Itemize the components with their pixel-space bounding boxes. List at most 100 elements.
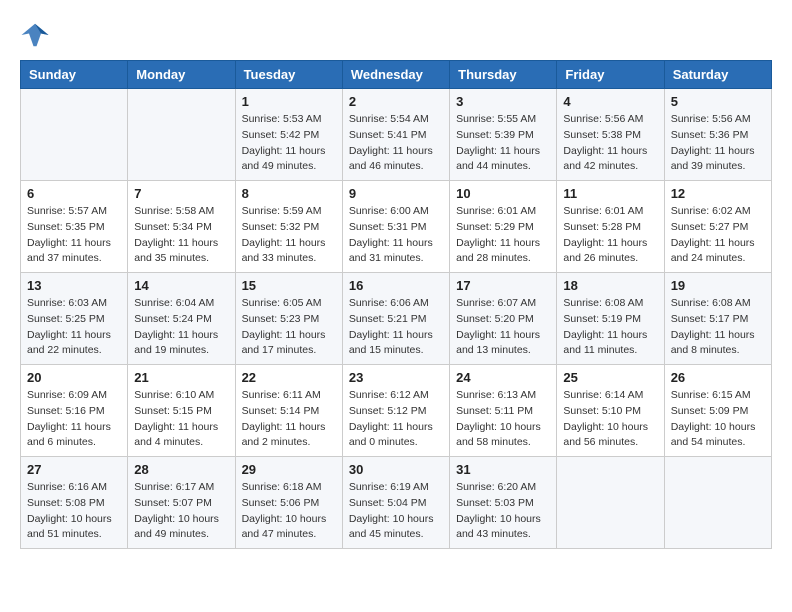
calendar-cell bbox=[128, 89, 235, 181]
day-number: 4 bbox=[563, 94, 657, 109]
calendar-cell: 23 Sunrise: 6:12 AM Sunset: 5:12 PM Dayli… bbox=[342, 365, 449, 457]
day-info: Sunrise: 6:06 AM Sunset: 5:21 PM Dayligh… bbox=[349, 296, 443, 359]
day-number: 5 bbox=[671, 94, 765, 109]
day-number: 8 bbox=[242, 186, 336, 201]
calendar-cell: 14Sunrise: 6:04 AM Sunset: 5:24 PM Dayli… bbox=[128, 273, 235, 365]
day-number: 22 bbox=[242, 370, 336, 385]
calendar-cell: 21Sunrise: 6:10 AM Sunset: 5:15 PM Dayli… bbox=[128, 365, 235, 457]
calendar-cell: 22 Sunrise: 6:11 AM Sunset: 5:14 PM Dayli… bbox=[235, 365, 342, 457]
day-info: Sunrise: 6:03 AM Sunset: 5:25 PM Dayligh… bbox=[27, 296, 121, 359]
calendar-cell: 2Sunrise: 5:54 AM Sunset: 5:41 PM Daylig… bbox=[342, 89, 449, 181]
weekday-header-wednesday: Wednesday bbox=[342, 61, 449, 89]
calendar-week-row: 1 Sunrise: 5:53 AM Sunset: 5:42 PM Daylig… bbox=[21, 89, 772, 181]
day-info: Sunrise: 6:13 AM Sunset: 5:11 PM Dayligh… bbox=[456, 388, 550, 451]
calendar-cell bbox=[21, 89, 128, 181]
logo bbox=[20, 20, 54, 50]
day-number: 31 bbox=[456, 462, 550, 477]
calendar-cell: 19 Sunrise: 6:08 AM Sunset: 5:17 PM Dayli… bbox=[664, 273, 771, 365]
day-info: Sunrise: 6:01 AM Sunset: 5:28 PM Dayligh… bbox=[563, 204, 657, 267]
day-info: Sunrise: 5:56 AM Sunset: 5:36 PM Dayligh… bbox=[671, 112, 765, 175]
calendar-cell: 27 Sunrise: 6:16 AM Sunset: 5:08 PM Dayli… bbox=[21, 457, 128, 549]
day-number: 11 bbox=[563, 186, 657, 201]
day-info: Sunrise: 5:54 AM Sunset: 5:41 PM Dayligh… bbox=[349, 112, 443, 175]
day-info: Sunrise: 5:59 AM Sunset: 5:32 PM Dayligh… bbox=[242, 204, 336, 267]
calendar-week-row: 6 Sunrise: 5:57 AM Sunset: 5:35 PM Daylig… bbox=[21, 181, 772, 273]
calendar-cell: 6 Sunrise: 5:57 AM Sunset: 5:35 PM Daylig… bbox=[21, 181, 128, 273]
calendar-week-row: 27 Sunrise: 6:16 AM Sunset: 5:08 PM Dayli… bbox=[21, 457, 772, 549]
page-header bbox=[20, 20, 772, 50]
day-number: 20 bbox=[27, 370, 121, 385]
day-number: 19 bbox=[671, 278, 765, 293]
day-number: 25 bbox=[563, 370, 657, 385]
day-info: Sunrise: 6:17 AM Sunset: 5:07 PM Dayligh… bbox=[134, 480, 228, 543]
weekday-header-thursday: Thursday bbox=[450, 61, 557, 89]
calendar-cell: 8 Sunrise: 5:59 AM Sunset: 5:32 PM Daylig… bbox=[235, 181, 342, 273]
calendar-cell: 28 Sunrise: 6:17 AM Sunset: 5:07 PM Dayli… bbox=[128, 457, 235, 549]
calendar-cell: 3Sunrise: 5:55 AM Sunset: 5:39 PM Daylig… bbox=[450, 89, 557, 181]
day-info: Sunrise: 6:11 AM Sunset: 5:14 PM Dayligh… bbox=[242, 388, 336, 451]
day-info: Sunrise: 6:07 AM Sunset: 5:20 PM Dayligh… bbox=[456, 296, 550, 359]
day-info: Sunrise: 6:08 AM Sunset: 5:17 PM Dayligh… bbox=[671, 296, 765, 359]
day-number: 27 bbox=[27, 462, 121, 477]
day-info: Sunrise: 6:10 AM Sunset: 5:15 PM Dayligh… bbox=[134, 388, 228, 451]
day-info: Sunrise: 5:58 AM Sunset: 5:34 PM Dayligh… bbox=[134, 204, 228, 267]
day-info: Sunrise: 6:08 AM Sunset: 5:19 PM Dayligh… bbox=[563, 296, 657, 359]
calendar-week-row: 13 Sunrise: 6:03 AM Sunset: 5:25 PM Dayli… bbox=[21, 273, 772, 365]
calendar-cell: 30 Sunrise: 6:19 AM Sunset: 5:04 PM Dayli… bbox=[342, 457, 449, 549]
calendar-header-row: SundayMondayTuesdayWednesdayThursdayFrid… bbox=[21, 61, 772, 89]
day-number: 29 bbox=[242, 462, 336, 477]
calendar-cell: 15 Sunrise: 6:05 AM Sunset: 5:23 PM Dayli… bbox=[235, 273, 342, 365]
day-info: Sunrise: 6:09 AM Sunset: 5:16 PM Dayligh… bbox=[27, 388, 121, 451]
weekday-header-sunday: Sunday bbox=[21, 61, 128, 89]
calendar-cell: 18Sunrise: 6:08 AM Sunset: 5:19 PM Dayli… bbox=[557, 273, 664, 365]
calendar-cell: 25 Sunrise: 6:14 AM Sunset: 5:10 PM Dayli… bbox=[557, 365, 664, 457]
calendar-cell: 11 Sunrise: 6:01 AM Sunset: 5:28 PM Dayli… bbox=[557, 181, 664, 273]
calendar-week-row: 20 Sunrise: 6:09 AM Sunset: 5:16 PM Dayli… bbox=[21, 365, 772, 457]
calendar-table: SundayMondayTuesdayWednesdayThursdayFrid… bbox=[20, 60, 772, 549]
day-info: Sunrise: 6:14 AM Sunset: 5:10 PM Dayligh… bbox=[563, 388, 657, 451]
day-info: Sunrise: 6:12 AM Sunset: 5:12 PM Dayligh… bbox=[349, 388, 443, 451]
day-info: Sunrise: 6:05 AM Sunset: 5:23 PM Dayligh… bbox=[242, 296, 336, 359]
calendar-cell: 17Sunrise: 6:07 AM Sunset: 5:20 PM Dayli… bbox=[450, 273, 557, 365]
day-info: Sunrise: 6:15 AM Sunset: 5:09 PM Dayligh… bbox=[671, 388, 765, 451]
day-number: 9 bbox=[349, 186, 443, 201]
day-number: 12 bbox=[671, 186, 765, 201]
day-info: Sunrise: 6:18 AM Sunset: 5:06 PM Dayligh… bbox=[242, 480, 336, 543]
calendar-cell: 9 Sunrise: 6:00 AM Sunset: 5:31 PM Daylig… bbox=[342, 181, 449, 273]
calendar-cell: 10 Sunrise: 6:01 AM Sunset: 5:29 PM Dayli… bbox=[450, 181, 557, 273]
day-number: 23 bbox=[349, 370, 443, 385]
day-number: 28 bbox=[134, 462, 228, 477]
day-number: 13 bbox=[27, 278, 121, 293]
day-info: Sunrise: 5:56 AM Sunset: 5:38 PM Dayligh… bbox=[563, 112, 657, 175]
day-number: 7 bbox=[134, 186, 228, 201]
day-number: 24 bbox=[456, 370, 550, 385]
calendar-cell: 31 Sunrise: 6:20 AM Sunset: 5:03 PM Dayli… bbox=[450, 457, 557, 549]
day-info: Sunrise: 6:01 AM Sunset: 5:29 PM Dayligh… bbox=[456, 204, 550, 267]
calendar-cell bbox=[664, 457, 771, 549]
day-number: 6 bbox=[27, 186, 121, 201]
day-info: Sunrise: 6:16 AM Sunset: 5:08 PM Dayligh… bbox=[27, 480, 121, 543]
day-info: Sunrise: 5:53 AM Sunset: 5:42 PM Dayligh… bbox=[242, 112, 336, 175]
day-info: Sunrise: 6:02 AM Sunset: 5:27 PM Dayligh… bbox=[671, 204, 765, 267]
day-info: Sunrise: 6:19 AM Sunset: 5:04 PM Dayligh… bbox=[349, 480, 443, 543]
day-number: 30 bbox=[349, 462, 443, 477]
day-info: Sunrise: 5:57 AM Sunset: 5:35 PM Dayligh… bbox=[27, 204, 121, 267]
calendar-cell: 12 Sunrise: 6:02 AM Sunset: 5:27 PM Dayli… bbox=[664, 181, 771, 273]
day-info: Sunrise: 6:04 AM Sunset: 5:24 PM Dayligh… bbox=[134, 296, 228, 359]
day-info: Sunrise: 5:55 AM Sunset: 5:39 PM Dayligh… bbox=[456, 112, 550, 175]
day-number: 1 bbox=[242, 94, 336, 109]
day-number: 15 bbox=[242, 278, 336, 293]
weekday-header-saturday: Saturday bbox=[664, 61, 771, 89]
calendar-cell: 13 Sunrise: 6:03 AM Sunset: 5:25 PM Dayli… bbox=[21, 273, 128, 365]
calendar-cell: 24 Sunrise: 6:13 AM Sunset: 5:11 PM Dayli… bbox=[450, 365, 557, 457]
calendar-body: 1 Sunrise: 5:53 AM Sunset: 5:42 PM Daylig… bbox=[21, 89, 772, 549]
calendar-cell: 5 Sunrise: 5:56 AM Sunset: 5:36 PM Daylig… bbox=[664, 89, 771, 181]
calendar-cell: 7 Sunrise: 5:58 AM Sunset: 5:34 PM Daylig… bbox=[128, 181, 235, 273]
weekday-header-friday: Friday bbox=[557, 61, 664, 89]
day-info: Sunrise: 6:00 AM Sunset: 5:31 PM Dayligh… bbox=[349, 204, 443, 267]
calendar-cell: 29 Sunrise: 6:18 AM Sunset: 5:06 PM Dayli… bbox=[235, 457, 342, 549]
day-number: 10 bbox=[456, 186, 550, 201]
day-info: Sunrise: 6:20 AM Sunset: 5:03 PM Dayligh… bbox=[456, 480, 550, 543]
calendar-cell: 4 Sunrise: 5:56 AM Sunset: 5:38 PM Daylig… bbox=[557, 89, 664, 181]
day-number: 16 bbox=[349, 278, 443, 293]
